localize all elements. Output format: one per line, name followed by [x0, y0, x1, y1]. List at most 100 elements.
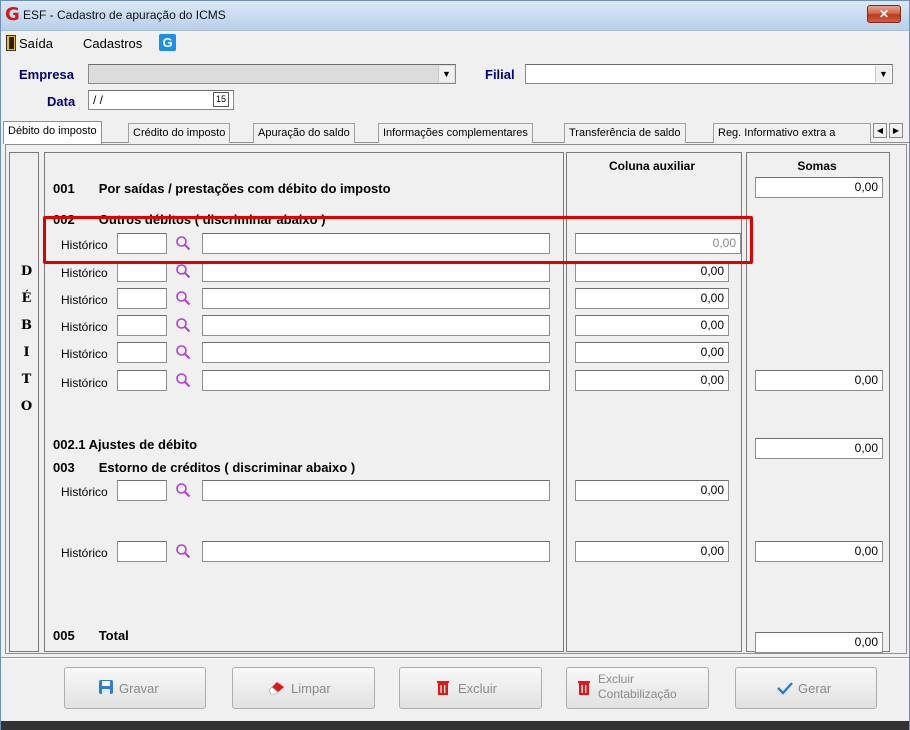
tab-scroll-left-icon[interactable]: ◀: [873, 123, 887, 138]
search-icon[interactable]: [175, 263, 191, 279]
section-001-label: 001 Por saídas / prestações com débito do…: [53, 181, 391, 196]
tab-apuracao-saldo[interactable]: Apuração do saldo: [253, 123, 355, 143]
window-title: ESF - Cadastro de apuração do ICMS: [23, 8, 226, 22]
coluna-auxiliar-header: Coluna auxiliar: [608, 159, 696, 173]
historico-description-input[interactable]: [202, 541, 550, 562]
soma-001-field[interactable]: 0,00: [755, 177, 883, 198]
historico-code-input[interactable]: [117, 370, 167, 391]
historico-label: Histórico: [61, 293, 108, 307]
exit-door-icon[interactable]: [6, 35, 16, 51]
historico-description-input[interactable]: [202, 370, 550, 391]
aux-value-field[interactable]: 0,00: [575, 288, 729, 309]
menu-saida[interactable]: Saída: [19, 36, 53, 51]
excluir-contabilizacao-line1: Excluir: [598, 672, 635, 686]
section-005-label: 005 Total: [53, 628, 129, 643]
check-icon: [777, 682, 793, 695]
tab-debito-imposto[interactable]: Débito do imposto: [3, 121, 102, 144]
tab-credito-imposto[interactable]: Crédito do imposto: [128, 123, 231, 143]
somas-header: Somas: [797, 159, 837, 173]
historico-code-input[interactable]: [117, 288, 167, 309]
search-icon[interactable]: [175, 317, 191, 333]
tab-transferencia-saldo[interactable]: Transferência de saldo: [564, 123, 686, 143]
excluir-contabilizacao-button[interactable]: Excluir Contabilização: [566, 667, 709, 709]
section-code: 003: [53, 460, 75, 475]
historico-description-input[interactable]: [202, 480, 550, 501]
aux-value-field[interactable]: 0,00: [575, 315, 729, 336]
gravar-label: Gravar: [119, 681, 159, 696]
historico-label: Histórico: [61, 376, 108, 390]
section-003-label: 003 Estorno de créditos ( discriminar aba…: [53, 460, 355, 475]
section-text: Total: [98, 628, 129, 643]
main-window: G ESF - Cadastro de apuração do ICMS ✕ S…: [0, 0, 910, 730]
gerar-label: Gerar: [798, 681, 832, 696]
taskbar-strip: [1, 721, 909, 730]
excluir-contabilizacao-line2: Contabilização: [598, 687, 677, 701]
somas-column: [746, 152, 890, 652]
empresa-select[interactable]: ▼: [88, 64, 456, 84]
section-text: Estorno de créditos ( discriminar abaixo…: [98, 460, 356, 475]
gerar-button[interactable]: Gerar: [735, 667, 877, 709]
excluir-label: Excluir: [458, 681, 498, 696]
chevron-down-icon[interactable]: ▼: [438, 66, 454, 82]
app-shortcut-icon[interactable]: G: [159, 34, 176, 51]
tab-strip: Débito do imposto Crédito do imposto Apu…: [3, 121, 909, 144]
aux-value-field[interactable]: 0,00: [575, 370, 729, 391]
gravar-button[interactable]: Gravar: [64, 667, 206, 709]
highlight-box: [43, 216, 753, 264]
tab-scroll-right-icon[interactable]: ▶: [889, 123, 903, 138]
filial-select[interactable]: ▼: [525, 64, 893, 84]
soma-0021-field[interactable]: 0,00: [755, 438, 883, 459]
menu-cadastros[interactable]: Cadastros: [83, 36, 142, 51]
trash-icon: [437, 681, 449, 695]
aux-value-field[interactable]: 0,00: [575, 342, 729, 363]
historico-code-input[interactable]: [117, 541, 167, 562]
tab-informacoes-complementares[interactable]: Informações complementares: [378, 123, 533, 143]
data-label: Data: [47, 94, 76, 109]
aux-value-field[interactable]: 0,00: [575, 480, 729, 501]
bottom-separator: [1, 657, 909, 659]
tab-reg-informativo[interactable]: Reg. Informativo extra a: [713, 123, 871, 143]
historico-description-input[interactable]: [202, 288, 550, 309]
section-text: Por saídas / prestações com débito do im…: [98, 181, 391, 196]
historico-label: Histórico: [61, 485, 108, 499]
data-value: / /: [93, 93, 104, 107]
limpar-button[interactable]: Limpar: [232, 667, 375, 709]
calendar-icon[interactable]: 15: [213, 92, 229, 107]
historico-code-input[interactable]: [117, 480, 167, 501]
historico-description-input[interactable]: [202, 261, 550, 282]
side-letter: D: [20, 264, 33, 279]
historico-description-input[interactable]: [202, 315, 550, 336]
aux-value-field[interactable]: 0,00: [575, 541, 729, 562]
historico-code-input[interactable]: [117, 261, 167, 282]
filial-label: Filial: [485, 67, 515, 82]
search-icon[interactable]: [175, 372, 191, 388]
soma-002-field[interactable]: 0,00: [755, 370, 883, 391]
side-letter: É: [21, 291, 32, 306]
historico-label: Histórico: [61, 347, 108, 361]
empresa-label: Empresa: [19, 67, 74, 82]
close-button[interactable]: ✕: [867, 5, 901, 23]
app-logo-icon: G: [5, 4, 20, 25]
historico-description-input[interactable]: [202, 342, 550, 363]
search-icon[interactable]: [175, 482, 191, 498]
search-icon[interactable]: [175, 543, 191, 559]
section-0021-label: 002.1 Ajustes de débito: [53, 437, 198, 452]
search-icon[interactable]: [175, 290, 191, 306]
side-letter: I: [23, 345, 30, 360]
historico-label: Histórico: [61, 266, 108, 280]
aux-value-field[interactable]: 0,00: [575, 261, 729, 282]
chevron-down-icon[interactable]: ▼: [875, 66, 891, 82]
search-icon[interactable]: [175, 344, 191, 360]
section-code: 001: [53, 181, 75, 196]
limpar-label: Limpar: [291, 681, 331, 696]
soma-005-field[interactable]: 0,00: [755, 632, 883, 653]
side-letter: O: [20, 399, 33, 414]
title-bar: G ESF - Cadastro de apuração do ICMS ✕: [1, 1, 909, 31]
side-letter: B: [21, 318, 32, 333]
historico-code-input[interactable]: [117, 315, 167, 336]
soma-003-field[interactable]: 0,00: [755, 541, 883, 562]
historico-label: Histórico: [61, 320, 108, 334]
excluir-button[interactable]: Excluir: [399, 667, 542, 709]
historico-code-input[interactable]: [117, 342, 167, 363]
historico-label: Histórico: [61, 546, 108, 560]
